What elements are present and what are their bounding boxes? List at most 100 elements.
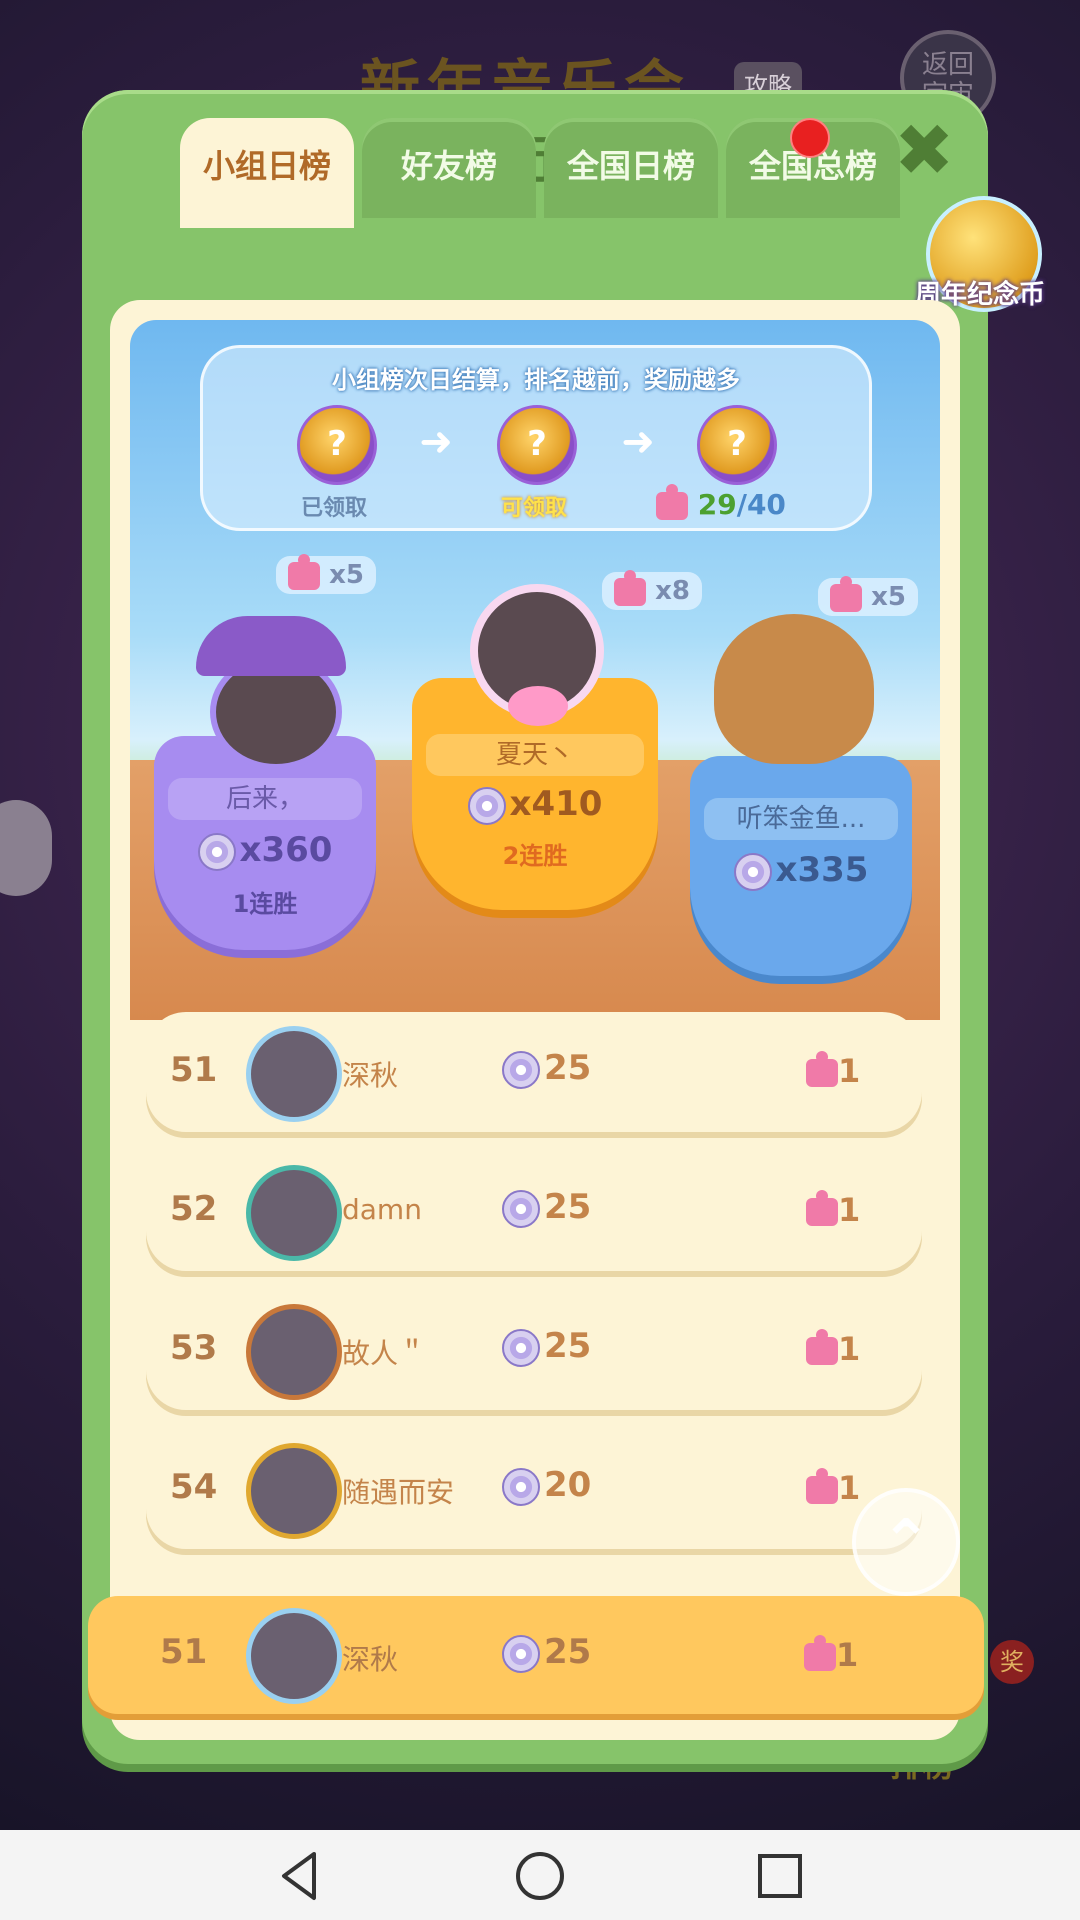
row-score: 25 [502,1048,591,1089]
score-value: x360 [239,830,333,870]
table-row[interactable]: 51 深秋 25 1 [146,1012,922,1132]
row-puzzles: 1 [806,1190,861,1229]
reward-info-text: 小组榜次日结算，排名越前，奖励越多 [332,366,740,394]
puzzle-count: 1 [836,1636,859,1674]
avatar[interactable] [714,614,874,764]
close-icon[interactable]: ✖ [894,114,954,186]
score-value: 25 [544,1632,592,1672]
podium-streak: 1连胜 [232,890,298,918]
puzzle-piece-icon [614,569,646,606]
scroll-to-top-button[interactable]: ⌃ [852,1488,960,1596]
row-rank: 51 [170,1050,218,1090]
score-value: x410 [509,784,603,824]
disc-icon [502,1634,540,1673]
podium-streak: 2连胜 [502,842,568,870]
row-score: 25 [502,1187,591,1228]
my-rank: 51 [160,1632,208,1672]
chest-status-claimable[interactable]: 可领取 [474,490,594,522]
disc-icon [502,1467,540,1506]
progress-total: /40 [736,488,786,521]
recents-icon[interactable] [750,1846,810,1906]
puzzle-count: 1 [838,1052,861,1090]
back-icon[interactable] [270,1846,330,1906]
score-value: x335 [775,850,869,890]
system-nav-bar [0,1830,1080,1920]
podium-name: 夏天丶 [426,734,644,776]
avatar[interactable] [246,1026,342,1122]
row-puzzles: 1 [806,1329,861,1368]
my-rank-bar: 51 深秋 25 1 [88,1596,984,1714]
puzzle-piece-icon [830,575,862,612]
row-score: 25 [502,1326,591,1367]
disc-icon [502,1189,540,1228]
row-rank: 54 [170,1467,218,1507]
row-name: 深秋 [342,1059,399,1092]
reward-bubble: x5 [276,553,376,594]
score-value: 25 [544,1326,592,1366]
avatar[interactable] [246,1304,342,1400]
score-value: 25 [544,1048,592,1088]
table-row[interactable]: 53 故人＂ 25 1 [146,1290,922,1410]
row-rank: 53 [170,1328,218,1368]
disc-icon [197,832,236,871]
puzzle-piece-icon [288,553,320,590]
reward-badge: 奖 [990,1640,1034,1684]
reward-chest-icon[interactable]: ? [297,405,377,485]
podium-score: x410 [412,784,658,825]
puzzle-progress: 29/40 [656,484,786,521]
puzzle-piece-icon [804,1635,836,1671]
arrow-right-icon: ➜ [419,419,453,465]
home-icon[interactable] [510,1846,570,1906]
row-rank: 52 [170,1189,218,1229]
puzzle-count: 1 [838,1330,861,1368]
podium-third: 听笨金鱼... x335 [690,756,912,976]
row-puzzles: 1 [806,1051,861,1090]
podium-score: x335 [690,850,912,891]
reward-count: x5 [871,582,906,612]
reward-count: x8 [655,576,690,606]
chest-status-claimed: 已领取 [300,496,367,521]
disc-icon [733,852,772,891]
table-row[interactable]: 54 随遇而安 20 1 [146,1429,922,1549]
reward-bubble: x5 [818,575,918,616]
witch-hat-icon [196,616,346,676]
my-score: 25 [502,1632,591,1673]
avatar[interactable] [246,1608,342,1704]
crown-emblem-icon [508,686,568,726]
puzzle-count: 1 [838,1191,861,1229]
row-name: damn [342,1193,422,1226]
puzzle-piece-icon [806,1468,838,1504]
tab-national-daily[interactable]: 全国日榜 [544,118,718,218]
puzzle-piece-icon [806,1190,838,1226]
reward-bubble: x8 [602,569,702,610]
podium-name: 听笨金鱼... [704,798,898,840]
progress-current: 29 [697,488,737,521]
avatar[interactable] [246,1165,342,1261]
avatar[interactable] [246,1443,342,1539]
disc-icon [502,1328,540,1367]
tab-friends[interactable]: 好友榜 [362,118,536,218]
puzzle-piece-icon [806,1329,838,1365]
my-name: 深秋 [342,1643,399,1676]
puzzle-piece-icon [806,1051,838,1087]
reward-count: x5 [329,560,364,590]
score-value: 25 [544,1187,592,1227]
row-puzzles: 1 [806,1468,861,1507]
reward-chest-icon[interactable]: ? [497,405,577,485]
notification-dot [790,118,830,158]
arrow-right-icon: ➜ [621,419,655,465]
row-score: 20 [502,1465,591,1506]
puzzle-count: 1 [838,1469,861,1507]
podium-score: x360 [154,830,376,871]
disc-icon [467,786,506,825]
reward-chest-icon[interactable]: ? [697,405,777,485]
puzzle-piece-icon [656,484,688,520]
score-value: 20 [544,1465,592,1505]
table-row[interactable]: 52 damn 25 1 [146,1151,922,1271]
tab-group-daily[interactable]: 小组日榜 [180,118,354,228]
row-name: 随遇而安 [342,1476,455,1509]
side-tool-button [0,800,52,896]
row-name: 故人＂ [342,1337,427,1370]
disc-icon [502,1050,540,1089]
my-puzzles: 1 [804,1635,859,1674]
